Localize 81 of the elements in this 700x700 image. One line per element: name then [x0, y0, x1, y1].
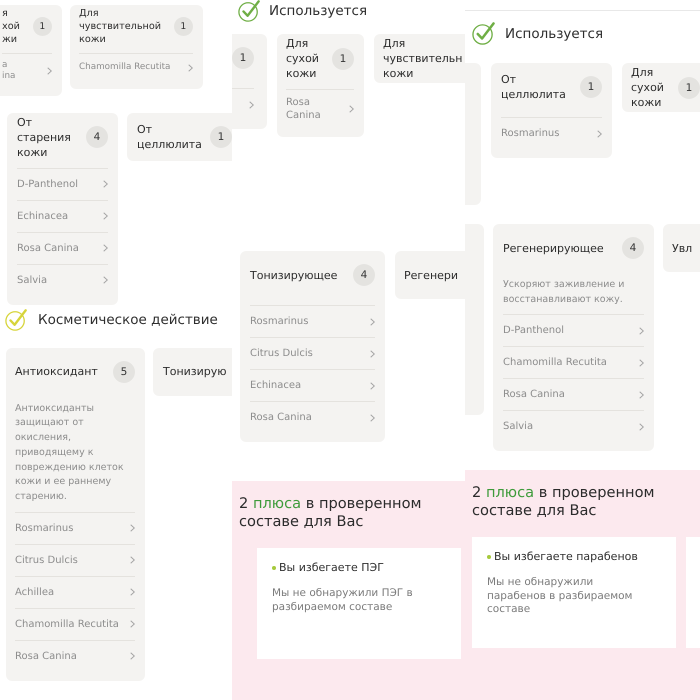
- category-title: Для сухой кожи: [631, 65, 664, 110]
- ingredient-link[interactable]: D-Panthenol: [17, 168, 108, 200]
- ingredient-link[interactable]: Rosmarinus: [501, 117, 602, 149]
- ingredient-link[interactable]: Rosmarinus: [250, 305, 375, 337]
- category-title: Для чувствительн кожи: [383, 36, 462, 81]
- chevron-icon: [639, 422, 644, 431]
- chevron-icon: [370, 382, 375, 390]
- chevron-icon: [370, 318, 375, 326]
- chevron-icon: [130, 652, 135, 660]
- benefits-title: 2 плюса в проверенном составе для Вас: [472, 484, 656, 520]
- ingredient-link[interactable]: Chamomilla Recutita: [503, 346, 644, 378]
- bullet-icon: [487, 555, 491, 560]
- ingredient-link[interactable]: Chamomilla Recutita: [15, 608, 135, 640]
- section-title: Используется: [269, 2, 368, 20]
- count-badge: 1: [210, 126, 232, 148]
- ingredient-link[interactable]: Rosmarinus: [15, 512, 135, 544]
- category-title: От целлюлита: [137, 122, 202, 152]
- ingredient-link[interactable]: Rosa Canina: [250, 401, 375, 433]
- category-description: Антиоксиданты защищают от окисления, приводящему к повреждению клеток кожи и ее раннему старению.: [15, 402, 125, 504]
- chevron-icon: [47, 67, 52, 76]
- chevron-icon: [188, 64, 193, 72]
- benefit-title: Вы избегаете парабенов: [494, 550, 638, 564]
- ingredient-link[interactable]: Echinacea: [17, 200, 108, 232]
- ingredient-link[interactable]: Salvia: [503, 410, 644, 442]
- category-description: Ускоряют заживление и восстанавливают кожу.: [503, 278, 626, 307]
- ingredient-link[interactable]: Citrus Dulcis: [15, 544, 135, 576]
- ingredient-link[interactable]: Rosa Canina: [286, 89, 354, 128]
- section-title: Используется: [505, 24, 604, 42]
- section-title: Косметическое действие: [38, 310, 218, 329]
- ingredient-link[interactable]: a ina: [2, 53, 52, 88]
- chevron-icon: [249, 100, 254, 108]
- category-title: Для сухой кожи: [286, 36, 319, 81]
- category-title: Тонизирующее: [250, 268, 338, 282]
- ingredient-link[interactable]: Echinacea: [250, 369, 375, 401]
- chevron-icon: [130, 524, 135, 532]
- category-title: Регенерирующее: [503, 240, 604, 256]
- ingredient-link[interactable]: Rosa Canina: [503, 378, 644, 410]
- ingredient-link[interactable]: Chamomilla Recutita: [79, 53, 193, 82]
- chevron-icon: [103, 276, 108, 284]
- count-badge: 1: [678, 76, 700, 98]
- chevron-icon: [639, 390, 644, 399]
- ingredient-link[interactable]: Citrus Dulcis: [250, 337, 375, 369]
- bullet-icon: [272, 566, 276, 570]
- category-title: Для чувствительной кожи: [79, 6, 162, 46]
- category-title: От целлюлита: [501, 72, 566, 102]
- ingredient-link[interactable]: Rosa Canina: [15, 640, 135, 672]
- category-title: Регенери: [404, 268, 458, 282]
- chevron-icon: [103, 244, 108, 252]
- benefit-text: Мы не обнаружили парабенов в разбираемом составе: [487, 576, 634, 617]
- category-title: Антиоксидант: [15, 364, 98, 380]
- chevron-icon: [103, 180, 108, 188]
- chevron-icon: [597, 130, 602, 138]
- category-title: Увл: [672, 240, 692, 256]
- chevron-icon: [370, 350, 375, 358]
- benefit-title: Вы избегаете ПЭГ: [279, 561, 384, 575]
- ingredient-link[interactable]: Achillea: [15, 576, 135, 608]
- chevron-icon: [130, 556, 135, 564]
- benefit-text: Мы не обнаружили ПЭГ в разбираемом составе: [272, 587, 414, 614]
- chevron-icon: [639, 326, 644, 335]
- ingredient-link[interactable]: Salvia: [17, 264, 108, 296]
- chevron-icon: [130, 620, 135, 628]
- chevron-icon: [370, 414, 375, 422]
- chevron-icon: [349, 105, 354, 113]
- count-badge: 1: [232, 47, 254, 69]
- count-badge: 4: [353, 264, 375, 286]
- count-badge: 4: [86, 126, 108, 148]
- count-badge: 5: [113, 360, 135, 383]
- count-badge: 1: [332, 48, 354, 70]
- ingredient-link[interactable]: D-Panthenol: [503, 314, 644, 346]
- ingredient-link[interactable]: Rosa Canina: [17, 232, 108, 264]
- chevron-icon: [130, 588, 135, 596]
- count-badge: 4: [622, 237, 644, 259]
- chevron-icon: [639, 358, 644, 367]
- count-badge: 1: [174, 16, 193, 36]
- count-badge: 1: [32, 16, 52, 36]
- category-title: я хой жи: [2, 6, 20, 46]
- category-title: От старения кожи: [17, 114, 71, 160]
- count-badge: 1: [580, 76, 602, 98]
- chevron-icon: [103, 212, 108, 220]
- benefits-title: 2 плюса в проверенном составе для Вас: [239, 495, 423, 531]
- category-title: Тонизирую: [163, 364, 227, 380]
